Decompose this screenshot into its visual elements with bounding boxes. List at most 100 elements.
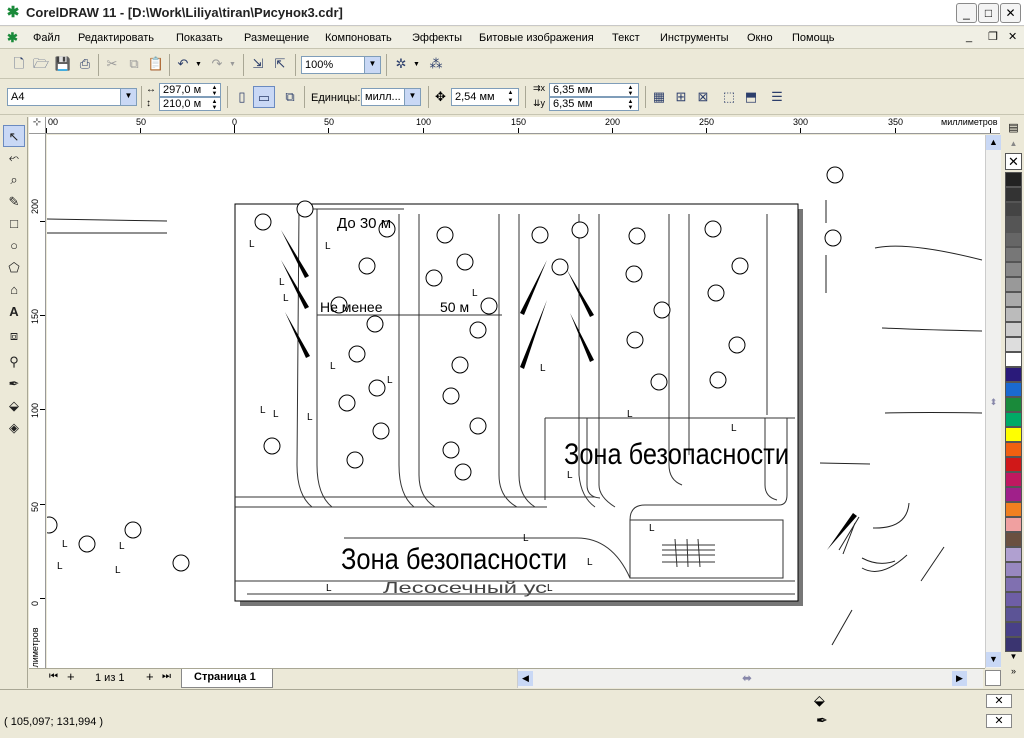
redo-dropdown-icon[interactable]: ▼: [229, 61, 236, 68]
treat-as-filled-icon[interactable]: ⬚: [718, 86, 740, 108]
chevron-down-icon[interactable]: ▼: [364, 57, 380, 73]
color-swatch[interactable]: [1005, 472, 1022, 487]
palette-expand-icon[interactable]: »: [1005, 666, 1022, 678]
close-button[interactable]: ✕: [1000, 3, 1021, 23]
scroll-right-icon[interactable]: ▶: [952, 671, 967, 686]
chevron-down-icon[interactable]: ▼: [404, 89, 420, 105]
coreldraw-app-icon[interactable]: ✱: [5, 5, 21, 21]
spin-down-icon[interactable]: ▼: [209, 104, 220, 112]
portrait-icon[interactable]: ▯: [231, 86, 253, 108]
color-swatch[interactable]: [1005, 607, 1022, 622]
polygon-tool-icon[interactable]: ⬠: [3, 257, 25, 279]
application-launcher-icon[interactable]: ✲: [390, 53, 412, 75]
scroll-left-icon[interactable]: ◀: [518, 671, 533, 686]
color-swatch[interactable]: [1005, 292, 1022, 307]
spin-down-icon[interactable]: ▼: [505, 97, 516, 105]
color-swatch[interactable]: [1005, 187, 1022, 202]
export-icon[interactable]: ⇱: [269, 53, 291, 75]
menu-edit[interactable]: Редактировать: [78, 32, 154, 44]
cut-icon[interactable]: ✂: [101, 53, 123, 75]
chevron-down-icon[interactable]: ▼: [120, 89, 136, 105]
color-swatch[interactable]: [1005, 427, 1022, 442]
menu-effects[interactable]: Эффекты: [412, 32, 462, 44]
tab-page-1[interactable]: Страница 1: [181, 669, 273, 688]
landscape-icon[interactable]: ▭: [253, 86, 275, 108]
snap-objects-icon[interactable]: ⊠: [692, 86, 714, 108]
navigator-corner-button[interactable]: [985, 670, 1001, 686]
units-combo[interactable]: милл... ▼: [361, 88, 421, 106]
vertical-ruler[interactable]: 200 150 100 50 0 миллиметров: [29, 134, 46, 688]
launcher-dropdown-icon[interactable]: ▼: [413, 61, 420, 68]
menu-file[interactable]: Файл: [33, 32, 60, 44]
color-swatch[interactable]: [1005, 382, 1022, 397]
palette-menu-icon[interactable]: ▤: [1005, 121, 1022, 136]
ellipse-tool-icon[interactable]: ○: [3, 235, 25, 257]
horizontal-scrollbar[interactable]: ◀ ⬌ ▶: [517, 669, 983, 688]
ruler-origin-icon[interactable]: ⊹: [29, 117, 46, 134]
color-swatch[interactable]: [1005, 637, 1022, 652]
options-icon[interactable]: ⬒: [740, 86, 762, 108]
paste-icon[interactable]: 📋: [145, 53, 167, 75]
color-swatch[interactable]: [1005, 577, 1022, 592]
doc-restore-button[interactable]: ❐: [988, 30, 998, 43]
fill-indicator-icon[interactable]: ⬙: [814, 692, 825, 709]
document-icon[interactable]: ✱: [7, 30, 21, 45]
fill-tool-icon[interactable]: ⬙: [3, 395, 25, 417]
scroll-thumb[interactable]: ⬍: [986, 397, 1001, 409]
doc-minimize-button[interactable]: _: [966, 31, 972, 43]
color-swatch[interactable]: [1005, 457, 1022, 472]
color-swatch[interactable]: [1005, 562, 1022, 577]
interactive-fill-tool-icon[interactable]: ◈: [3, 417, 25, 439]
basic-shapes-tool-icon[interactable]: ⌂: [3, 279, 25, 301]
color-swatch[interactable]: [1005, 442, 1022, 457]
color-swatch[interactable]: [1005, 592, 1022, 607]
layout-pages-icon[interactable]: ⧉: [279, 86, 301, 108]
color-swatch[interactable]: [1005, 217, 1022, 232]
align-icon[interactable]: ☰: [766, 86, 788, 108]
import-icon[interactable]: ⇲: [247, 53, 269, 75]
color-swatch[interactable]: [1005, 532, 1022, 547]
grid-icon[interactable]: ▦: [648, 86, 670, 108]
color-swatch[interactable]: [1005, 352, 1022, 367]
scroll-up-icon[interactable]: ▲: [986, 135, 1001, 150]
color-swatch[interactable]: [1005, 232, 1022, 247]
color-swatch[interactable]: [1005, 517, 1022, 532]
spin-down-icon[interactable]: ▼: [625, 104, 636, 112]
interactive-blend-tool-icon[interactable]: ⧈: [3, 325, 25, 347]
add-page-before-icon[interactable]: +: [67, 669, 75, 684]
menu-arrange[interactable]: Размещение: [244, 32, 309, 44]
menu-window[interactable]: Окно: [747, 32, 773, 44]
corel-online-icon[interactable]: ⁂: [425, 53, 447, 75]
freehand-tool-icon[interactable]: ✎: [3, 191, 25, 213]
color-swatch[interactable]: [1005, 367, 1022, 382]
shape-tool-icon[interactable]: ⬿: [3, 147, 25, 169]
scroll-down-icon[interactable]: ▼: [986, 652, 1001, 667]
color-swatch[interactable]: [1005, 412, 1022, 427]
print-icon[interactable]: ⎙: [74, 53, 96, 75]
palette-scroll-up-icon[interactable]: ▲: [1005, 139, 1022, 151]
outline-none-swatch[interactable]: ✕: [986, 714, 1012, 728]
minimize-button[interactable]: _: [956, 3, 977, 23]
undo-dropdown-icon[interactable]: ▼: [195, 61, 202, 68]
doc-close-button[interactable]: ✕: [1008, 30, 1017, 43]
maximize-button[interactable]: □: [978, 3, 999, 23]
palette-scroll-down-icon[interactable]: ▼: [1005, 652, 1022, 664]
menu-view[interactable]: Показать: [176, 32, 223, 44]
add-page-after-icon[interactable]: +: [146, 669, 154, 684]
open-icon[interactable]: 🗁: [30, 53, 52, 75]
page[interactable]: [234, 203, 799, 602]
color-swatch[interactable]: [1005, 397, 1022, 412]
color-swatch[interactable]: [1005, 277, 1022, 292]
outline-indicator-icon[interactable]: ✒: [816, 712, 828, 729]
copy-icon[interactable]: ⧉: [123, 53, 145, 75]
undo-icon[interactable]: ↶: [172, 53, 194, 75]
outline-tool-icon[interactable]: ✒: [3, 373, 25, 395]
color-swatch[interactable]: [1005, 487, 1022, 502]
eyedropper-tool-icon[interactable]: ⚲: [3, 351, 25, 373]
scroll-thumb[interactable]: ⬌: [742, 671, 752, 685]
menu-bitmaps[interactable]: Битовые изображения: [479, 32, 594, 44]
spin-up-icon[interactable]: ▲: [505, 89, 516, 97]
menu-help[interactable]: Помощь: [792, 32, 835, 44]
color-swatch[interactable]: [1005, 502, 1022, 517]
rectangle-tool-icon[interactable]: □: [3, 213, 25, 235]
